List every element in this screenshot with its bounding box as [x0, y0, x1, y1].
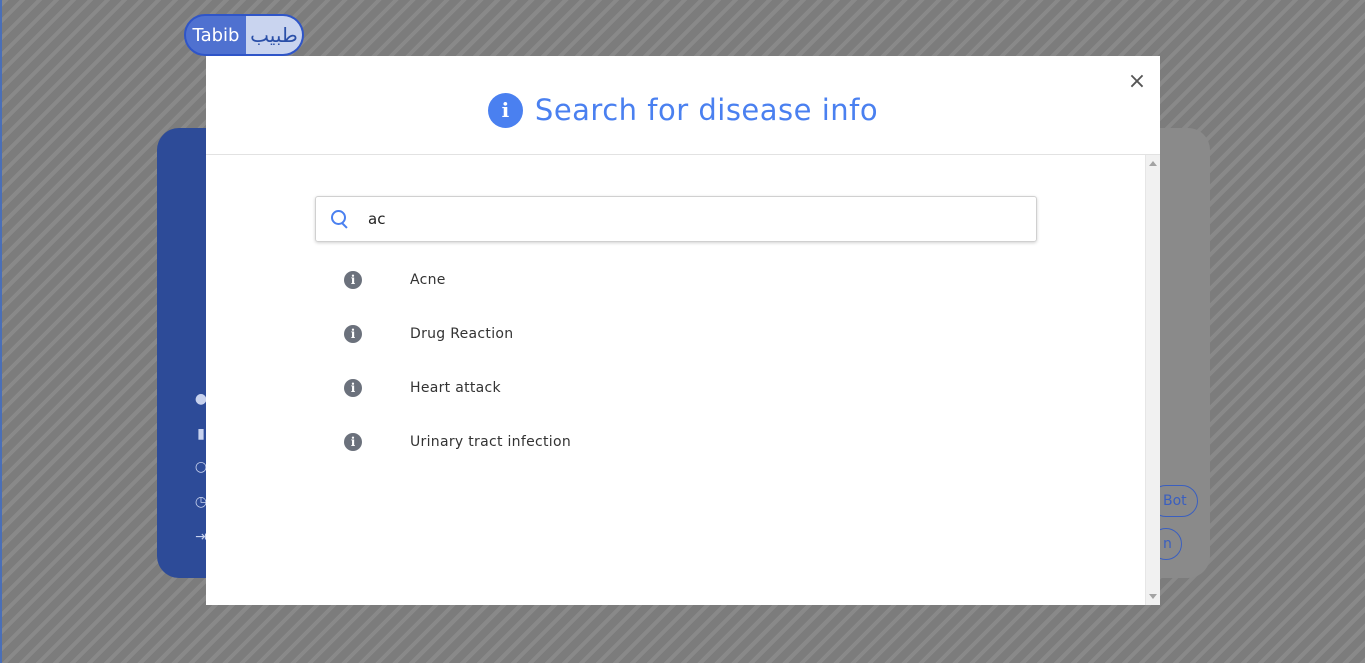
chat-bot-label: Bot — [1163, 493, 1187, 509]
window-edge — [0, 0, 2, 663]
tabib-logo: Tabib طبيب — [184, 14, 304, 56]
info-icon: i — [487, 92, 523, 128]
close-icon[interactable]: × — [1128, 69, 1146, 94]
search-icon — [330, 209, 350, 229]
search-results-list: i Acne i Drug Reaction i Heart attack i … — [344, 253, 571, 469]
result-label: Drug Reaction — [410, 326, 514, 342]
info-circle-icon: i — [344, 271, 362, 289]
result-label: Urinary tract infection — [410, 434, 572, 450]
disease-search-modal: i Search for disease info × i Acne i Dru… — [206, 56, 1160, 605]
result-item-drug-reaction[interactable]: i Drug Reaction — [344, 307, 571, 361]
result-label: Acne — [410, 272, 446, 288]
scroll-down-arrow-icon[interactable] — [1149, 594, 1157, 599]
result-item-heart-attack[interactable]: i Heart attack — [344, 361, 571, 415]
logo-text-en: Tabib — [186, 16, 246, 54]
modal-scrollbar[interactable] — [1145, 155, 1160, 605]
info-circle-icon: i — [344, 433, 362, 451]
modal-header: i Search for disease info × — [206, 56, 1160, 155]
modal-title: Search for disease info — [534, 93, 879, 127]
result-item-urinary-tract-infection[interactable]: i Urinary tract infection — [344, 415, 571, 469]
search-input[interactable] — [366, 209, 1036, 229]
background-pill-label: n — [1163, 536, 1172, 552]
info-circle-icon: i — [344, 379, 362, 397]
modal-body[interactable]: i Acne i Drug Reaction i Heart attack i … — [206, 155, 1160, 605]
result-label: Heart attack — [410, 380, 501, 396]
modal-title-group: i Search for disease info — [487, 92, 879, 128]
logo-text-ar: طبيب — [246, 16, 302, 54]
result-item-acne[interactable]: i Acne — [344, 253, 571, 307]
search-box[interactable] — [315, 196, 1037, 242]
info-circle-icon: i — [344, 325, 362, 343]
scroll-up-arrow-icon[interactable] — [1149, 161, 1157, 166]
